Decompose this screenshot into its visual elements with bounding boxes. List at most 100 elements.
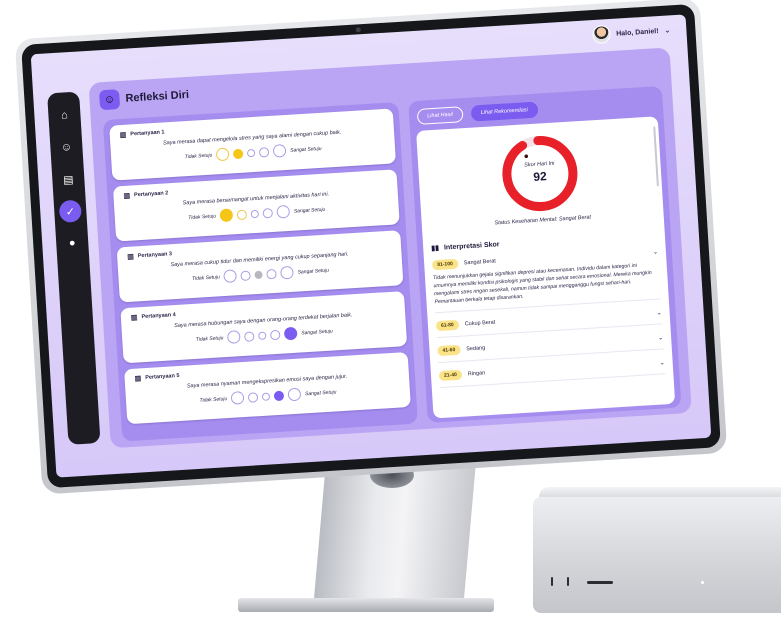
scale-min-label: Tidak Setuju: [191, 273, 220, 282]
camera-icon: [355, 27, 361, 33]
scrollbar[interactable]: [653, 126, 659, 187]
results-panel: Lihat Hasil Lihat Rekomendasi Skor Hari …: [408, 85, 682, 423]
scale-max-label: Sangat Setuju: [293, 206, 326, 215]
stage: Halo, Daniel! ⌄ ⌂ ☺ ▤ ✓ ● ☺ Refleksi Dir…: [0, 0, 781, 628]
power-led: [701, 581, 704, 584]
user-menu[interactable]: Halo, Daniel! ⌄: [591, 21, 671, 45]
result-card[interactable]: Skor Hari Ini 92 Status Kesehatan Mental…: [416, 116, 676, 419]
score-range-label: Ringan: [467, 370, 486, 378]
bar-chart-icon: ▮▮: [431, 244, 440, 253]
chevron-down-icon[interactable]: ⌄: [658, 334, 663, 341]
clipboard-check-icon[interactable]: ✓: [58, 199, 82, 223]
scale-option-2[interactable]: [240, 269, 252, 281]
scale-option-2[interactable]: [247, 391, 259, 403]
chevron-down-icon[interactable]: ⌄: [656, 309, 661, 316]
scale-option-5[interactable]: [280, 265, 295, 280]
page-title: Refleksi Diri: [125, 88, 190, 105]
user-greeting: Halo, Daniel!: [615, 27, 659, 38]
chevron-down-icon[interactable]: ⌄: [659, 359, 664, 366]
page-header: ☺ Refleksi Diri: [98, 85, 190, 111]
scale-option-4[interactable]: [273, 390, 285, 401]
scale-max-label: Sangat Setuju: [289, 145, 322, 154]
question-list: ▥ Pertanyaan 1 Saya merasa dapat mengelola…: [109, 108, 411, 425]
clipboard-icon: ▥: [127, 253, 135, 261]
scale-option-4[interactable]: [266, 268, 277, 279]
scale-max-label: Sangat Setuju: [301, 328, 333, 336]
scale-option-2[interactable]: [236, 209, 248, 220]
score-range-label: Cukup Berat: [464, 319, 496, 328]
mental-health-status: Status Kesehatan Mental: Sangat Berat: [494, 214, 592, 227]
mini-pc-front: [533, 497, 781, 613]
main-content: ☺ Refleksi Diri ▥ Pertanyaan 1 Saya merasa…: [88, 47, 692, 449]
scale-max-label: Sangat Setuju: [304, 388, 337, 397]
question-label: Pertanyaan 3: [137, 251, 173, 260]
scale-option-3[interactable]: [258, 331, 267, 340]
interpretation-item[interactable]: 81-100 Sangat Berat ⌄ Tidak menunjukkan gej…: [431, 247, 661, 314]
interpretation-item[interactable]: 21-40 Ringan ⌄: [438, 358, 666, 389]
scale-option-5[interactable]: [272, 144, 287, 158]
scale-min-label: Tidak Setuju: [184, 152, 213, 160]
scale-option-1[interactable]: [219, 208, 234, 223]
scale-option-3[interactable]: [261, 391, 271, 401]
score-gauge: Skor Hari Ini 92: [498, 131, 583, 216]
tab-lihat-rekomendasi[interactable]: Lihat Rekomendasi: [470, 101, 539, 122]
score-range-label: Sangat Berat: [463, 258, 497, 267]
scale-min-label: Tidak Setuju: [199, 395, 228, 404]
scale-option-1[interactable]: [223, 269, 238, 284]
score-range-badge: 41-60: [437, 345, 461, 357]
monitor-stand-base: [238, 598, 494, 612]
score-range-label: Sedang: [466, 345, 486, 353]
scale-option-2[interactable]: [232, 148, 244, 159]
score-range-badge: 61-80: [435, 320, 460, 332]
scale-option-3[interactable]: [250, 209, 260, 218]
clipboard-icon: ▥: [123, 192, 131, 201]
smile-icon[interactable]: ☺: [55, 136, 78, 159]
scale-option-1[interactable]: [215, 147, 230, 162]
smiley-icon: ☺: [98, 89, 121, 111]
question-label: Pertanyaan 1: [130, 129, 165, 138]
interpretation-title: Interpretasi Skor: [443, 240, 500, 252]
port: [587, 581, 613, 584]
scale-option-2[interactable]: [244, 330, 255, 342]
mini-pc: [533, 487, 781, 613]
scale-min-label: Tidak Setuju: [188, 212, 217, 221]
port: [567, 577, 569, 586]
scale-max-label: Sangat Setuju: [297, 267, 330, 276]
questions-panel[interactable]: ▥ Pertanyaan 1 Saya merasa dapat mengelola…: [102, 102, 418, 442]
chevron-down-icon: ⌄: [664, 27, 671, 35]
question-card: ▥ Pertanyaan 5 Saya merasa nyaman mengeksp…: [124, 351, 411, 425]
port: [551, 577, 553, 586]
home-icon[interactable]: ⌂: [53, 104, 76, 127]
clipboard-icon: ▥: [134, 375, 142, 383]
monitor-bezel: Halo, Daniel! ⌄ ⌂ ☺ ▤ ✓ ● ☺ Refleksi Dir…: [21, 3, 721, 489]
tab-lihat-hasil[interactable]: Lihat Hasil: [416, 106, 464, 125]
scale-option-3[interactable]: [246, 148, 256, 157]
score-range-badge: 81-100: [431, 258, 459, 271]
clipboard-icon: ▥: [130, 314, 138, 322]
question-label: Pertanyaan 5: [145, 372, 180, 382]
avatar: [591, 25, 611, 45]
interpretation-list: 81-100 Sangat Berat ⌄ Tidak menunjukkan gej…: [431, 247, 666, 389]
screen: Halo, Daniel! ⌄ ⌂ ☺ ▤ ✓ ● ☺ Refleksi Dir…: [30, 14, 712, 478]
scale-option-1[interactable]: [230, 391, 245, 405]
scale-option-4[interactable]: [262, 207, 274, 219]
monitor: Halo, Daniel! ⌄ ⌂ ☺ ▤ ✓ ● ☺ Refleksi Dir…: [14, 0, 728, 495]
scale-option-1[interactable]: [227, 330, 241, 344]
scale-option-4[interactable]: [270, 329, 281, 340]
scale-option-5[interactable]: [287, 387, 302, 402]
question-card: ▥ Pertanyaan 1 Saya merasa dapat mengelola…: [109, 108, 396, 181]
question-label: Pertanyaan 2: [133, 190, 169, 199]
scale-option-4[interactable]: [258, 146, 270, 158]
scale-option-5[interactable]: [283, 326, 298, 341]
score-range-badge: 21-40: [438, 369, 463, 382]
scale-option-5[interactable]: [276, 204, 291, 219]
chevron-down-icon[interactable]: ⌄: [653, 248, 658, 255]
clipboard-icon: ▥: [119, 131, 127, 140]
book-icon[interactable]: ▤: [57, 168, 80, 191]
question-card: ▥ Pertanyaan 2 Saya merasa bersemangat unt…: [112, 169, 400, 242]
question-card: ▥ Pertanyaan 4 Saya merasa hubungan saya d…: [120, 291, 408, 364]
lightbulb-icon[interactable]: ●: [61, 232, 84, 255]
scale-min-label: Tidak Setuju: [195, 334, 224, 343]
scale-option-3[interactable]: [254, 270, 263, 279]
question-card: ▥ Pertanyaan 3 Saya merasa cukup tidur dan…: [116, 230, 404, 303]
